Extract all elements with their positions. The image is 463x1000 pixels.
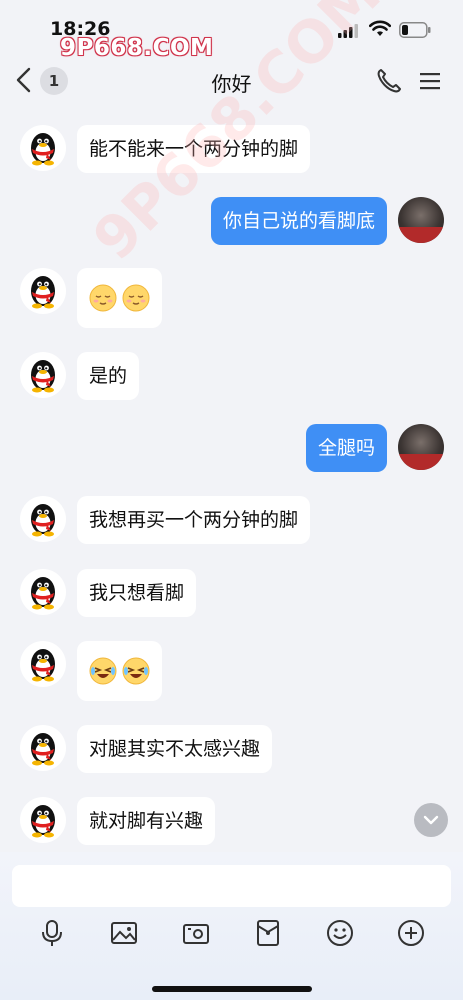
emoji-message[interactable] [77, 641, 162, 701]
contact-avatar[interactable] [20, 125, 66, 171]
message-bubble[interactable]: 是的 [77, 352, 140, 400]
microphone-icon[interactable] [37, 918, 67, 948]
penguin-icon [31, 577, 55, 610]
chevron-down-icon [423, 815, 439, 825]
image-icon[interactable] [109, 918, 139, 948]
message-bubble-self[interactable]: 全腿吗 [305, 424, 387, 472]
signal-icon [338, 24, 358, 38]
plus-icon[interactable] [396, 918, 426, 948]
message-bubble[interactable]: 就对脚有兴趣 [77, 797, 216, 845]
penguin-icon [31, 805, 55, 838]
message-bubble[interactable]: 我只想看脚 [77, 569, 197, 617]
camera-icon[interactable] [181, 918, 211, 948]
message-bubble[interactable]: 对腿其实不太感兴趣 [77, 725, 273, 773]
contact-avatar[interactable] [20, 725, 66, 771]
penguin-icon [31, 276, 55, 309]
message-bubble-self[interactable]: 你自己说的看脚底 [210, 197, 387, 245]
contact-avatar[interactable] [20, 797, 66, 843]
relieved-face-icon [89, 284, 117, 312]
contact-avatar[interactable] [20, 496, 66, 542]
red-packet-icon[interactable] [253, 918, 283, 948]
penguin-icon [31, 504, 55, 537]
contact-avatar[interactable] [20, 268, 66, 314]
phone-icon[interactable] [376, 68, 402, 94]
smile-icon[interactable] [325, 918, 355, 948]
wifi-icon [369, 20, 391, 36]
user-avatar[interactable] [398, 424, 444, 470]
user-avatar[interactable] [398, 197, 444, 243]
contact-avatar[interactable] [20, 352, 66, 398]
input-area [0, 852, 463, 1000]
relieved-face-icon [122, 284, 150, 312]
scroll-to-bottom-button[interactable] [414, 803, 448, 837]
penguin-icon [31, 360, 55, 393]
message-input[interactable] [12, 865, 451, 907]
penguin-icon [31, 133, 55, 166]
penguin-icon [31, 733, 55, 766]
message-bubble[interactable]: 能不能来一个两分钟的脚 [77, 125, 311, 173]
battery-icon [399, 22, 431, 38]
penguin-icon [31, 649, 55, 682]
emoji-message[interactable] [77, 268, 162, 328]
menu-icon[interactable] [418, 70, 442, 92]
contact-avatar[interactable] [20, 641, 66, 687]
laughing-tears-face-icon [122, 657, 150, 685]
chat-header: 1 你好 [0, 56, 463, 108]
home-indicator [152, 986, 312, 992]
laughing-tears-face-icon [89, 657, 117, 685]
contact-avatar[interactable] [20, 569, 66, 615]
message-bubble[interactable]: 我想再买一个两分钟的脚 [77, 496, 311, 544]
